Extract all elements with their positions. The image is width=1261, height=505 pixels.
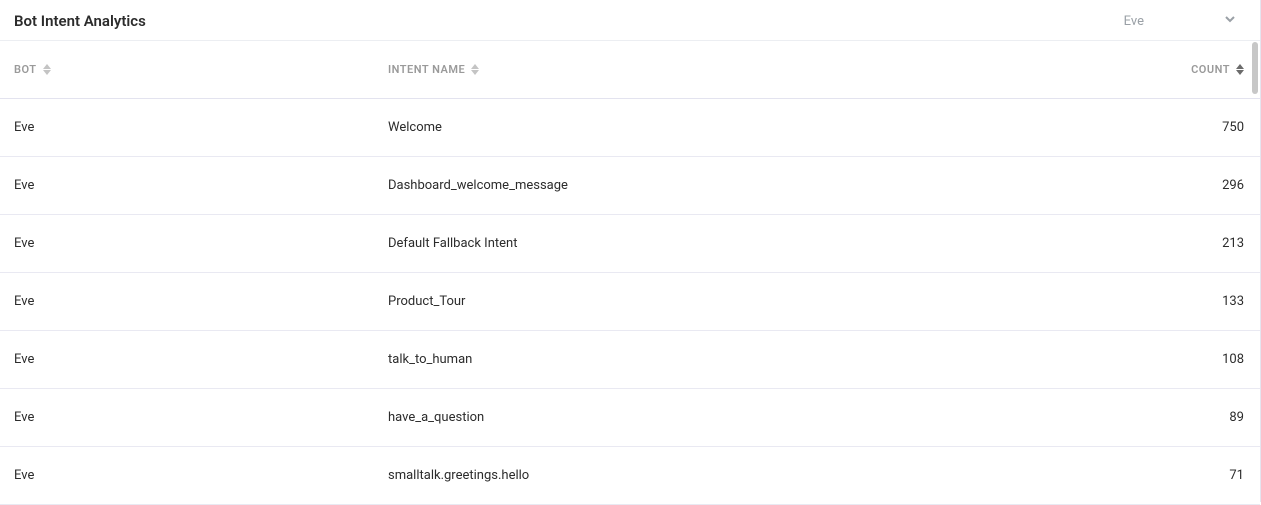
- column-header-count[interactable]: COUNT: [1164, 63, 1244, 76]
- cell-count: 89: [1164, 410, 1244, 425]
- cell-bot: Eve: [14, 352, 388, 367]
- column-header-label: INTENT NAME: [388, 63, 465, 76]
- bot-selector[interactable]: Eve: [1124, 13, 1244, 29]
- cell-intent: Dashboard_welcome_message: [388, 178, 1164, 193]
- table-row[interactable]: Eve smalltalk.greetings.hello 71: [0, 447, 1260, 505]
- column-header-label: COUNT: [1191, 63, 1230, 76]
- cell-intent: Default Fallback Intent: [388, 236, 1164, 251]
- cell-count: 213: [1164, 236, 1244, 251]
- cell-bot: Eve: [14, 294, 388, 309]
- cell-intent: have_a_question: [388, 410, 1164, 425]
- cell-bot: Eve: [14, 236, 388, 251]
- sort-icon: [1236, 64, 1244, 76]
- cell-intent: talk_to_human: [388, 352, 1164, 367]
- panel-title: Bot Intent Analytics: [14, 12, 146, 30]
- cell-bot: Eve: [14, 410, 388, 425]
- table-row[interactable]: Eve Default Fallback Intent 213: [0, 215, 1260, 273]
- sort-icon: [471, 64, 479, 76]
- table-header-row: BOT INTENT NAME COUNT: [0, 41, 1260, 99]
- cell-count: 750: [1164, 120, 1244, 135]
- table-row[interactable]: Eve Product_Tour 133: [0, 273, 1260, 331]
- cell-count: 71: [1164, 468, 1244, 483]
- table-row[interactable]: Eve Dashboard_welcome_message 296: [0, 157, 1260, 215]
- bot-selector-value: Eve: [1124, 14, 1144, 29]
- column-header-intent[interactable]: INTENT NAME: [388, 63, 1164, 76]
- table-row[interactable]: Eve Welcome 750: [0, 99, 1260, 157]
- panel-header: Bot Intent Analytics Eve: [0, 0, 1260, 41]
- cell-bot: Eve: [14, 120, 388, 135]
- table-row[interactable]: Eve have_a_question 89: [0, 389, 1260, 447]
- column-header-bot[interactable]: BOT: [14, 63, 388, 76]
- scrollbar-thumb[interactable]: [1252, 42, 1258, 94]
- analytics-panel: Bot Intent Analytics Eve BOT INTENT NAME…: [0, 0, 1261, 502]
- cell-count: 133: [1164, 294, 1244, 309]
- table-row[interactable]: Eve talk_to_human 108: [0, 331, 1260, 389]
- sort-icon: [43, 64, 51, 76]
- table-body: Eve Welcome 750 Eve Dashboard_welcome_me…: [0, 99, 1260, 505]
- cell-count: 108: [1164, 352, 1244, 367]
- column-header-label: BOT: [14, 63, 37, 76]
- cell-intent: Product_Tour: [388, 294, 1164, 309]
- cell-bot: Eve: [14, 468, 388, 483]
- cell-intent: smalltalk.greetings.hello: [388, 468, 1164, 483]
- cell-intent: Welcome: [388, 120, 1164, 135]
- cell-bot: Eve: [14, 178, 388, 193]
- cell-count: 296: [1164, 178, 1244, 193]
- chevron-down-icon: [1224, 13, 1236, 29]
